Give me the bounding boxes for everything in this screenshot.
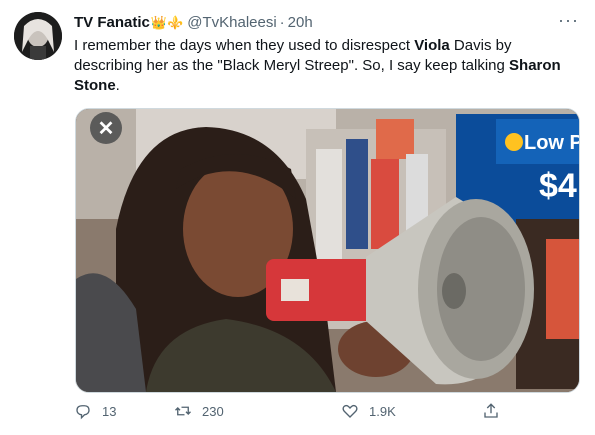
like-button[interactable]: 1.9K xyxy=(341,402,396,420)
timestamp[interactable]: 20h xyxy=(288,14,313,31)
like-count: 1.9K xyxy=(369,403,396,419)
tweet-card[interactable]: TV Fanatic 👑⚜️ @TvKhaleesi · 20h ··· I r… xyxy=(0,0,595,435)
share-icon xyxy=(484,403,498,418)
retweet-count: 230 xyxy=(202,403,224,419)
tweet-text-part: I remember the days when they used to di… xyxy=(74,37,415,54)
tweet-text-part: . xyxy=(115,77,120,94)
reply-icon xyxy=(76,405,90,420)
avatar[interactable] xyxy=(14,12,62,60)
tweet-header: TV Fanatic 👑⚜️ @TvKhaleesi · 20h xyxy=(74,12,313,32)
retweet-icon xyxy=(175,406,191,416)
separator-dot: · xyxy=(279,13,285,31)
close-media-button[interactable]: ✕ xyxy=(90,112,122,144)
reply-button[interactable]: 13 xyxy=(74,402,116,420)
retweet-button[interactable]: 230 xyxy=(174,402,224,420)
tweet-text: I remember the days when they used to di… xyxy=(74,36,579,96)
sign-text: Low P xyxy=(524,132,579,154)
display-name[interactable]: TV Fanatic xyxy=(74,14,150,31)
heart-icon xyxy=(342,404,358,418)
share-button[interactable] xyxy=(482,402,510,420)
tweet-actions: 13 230 1.9K xyxy=(74,402,498,422)
price-text: $4 xyxy=(539,167,577,205)
more-options-icon[interactable]: ··· xyxy=(558,10,579,31)
crown-fleur-emoji: 👑⚜️ xyxy=(150,14,184,30)
tweet-text-bold: Viola xyxy=(414,37,450,54)
tweet-media-image[interactable]: Low P $4 xyxy=(75,108,580,393)
reply-count: 13 xyxy=(102,403,117,419)
user-handle[interactable]: @TvKhaleesi xyxy=(187,14,276,31)
